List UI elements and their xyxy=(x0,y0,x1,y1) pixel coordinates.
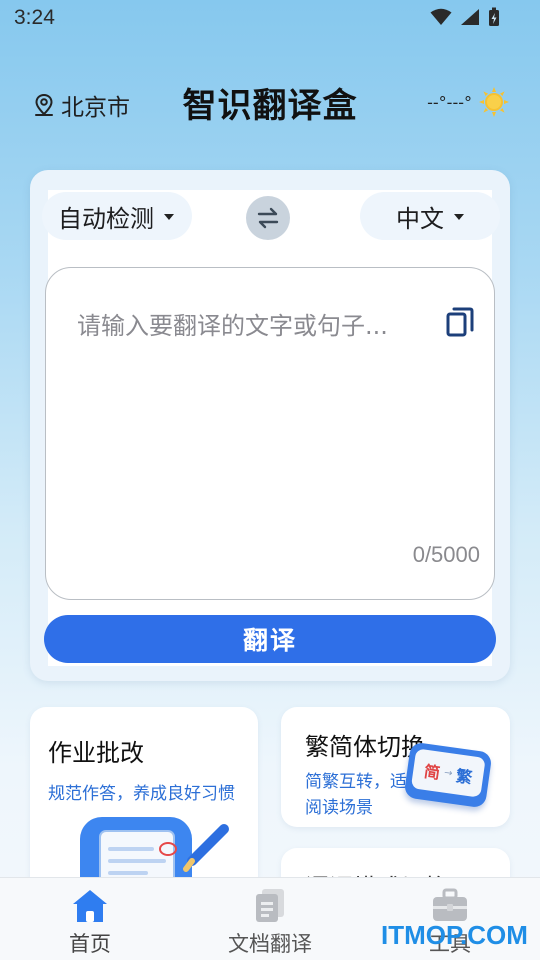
nav-home[interactable]: 首页 xyxy=(20,888,160,958)
header: 北京市 智识翻译盒 --°---° xyxy=(0,70,540,130)
temperature-text: --°---° xyxy=(427,92,472,112)
paste-icon[interactable] xyxy=(446,306,474,338)
caret-down-icon xyxy=(164,214,174,220)
translate-button[interactable]: 翻译 xyxy=(44,615,496,663)
sun-icon xyxy=(479,87,509,117)
home-icon xyxy=(73,890,107,922)
arrow-icon: → xyxy=(443,766,454,780)
source-language-select[interactable]: 自动检测 xyxy=(42,192,192,240)
translation-input[interactable]: 请输入要翻译的文字或句子... 0/5000 xyxy=(45,267,495,600)
battery-icon xyxy=(489,7,499,26)
script-convert-card[interactable]: 繁简体切换 简繁互转，适配阅读场景 简 → 繁 xyxy=(281,707,510,827)
nav-document-translate[interactable]: 文档翻译 xyxy=(200,888,340,958)
signal-icon xyxy=(461,9,479,25)
watermark: ITMOP.COM xyxy=(381,920,528,950)
homework-description: 规范作答，养成良好习惯 xyxy=(48,784,235,804)
swap-icon xyxy=(257,207,279,229)
input-placeholder: 请输入要翻译的文字或句子... xyxy=(77,312,388,340)
traditional-badge: 繁 xyxy=(454,766,474,788)
target-language-select[interactable]: 中文 xyxy=(360,192,500,240)
character-count: 0/5000 xyxy=(412,542,480,567)
document-icon xyxy=(256,889,284,922)
status-time: 3:24 xyxy=(14,6,55,29)
weather-widget: --°---° xyxy=(427,86,510,118)
simplified-badge: 简 xyxy=(422,761,442,783)
homework-title: 作业批改 xyxy=(48,739,144,767)
convert-badge: 简 → 繁 xyxy=(403,741,493,809)
nav-home-label: 首页 xyxy=(69,932,111,956)
swap-languages-button[interactable] xyxy=(246,196,290,240)
wifi-icon xyxy=(430,8,452,25)
convert-title: 繁简体切换 xyxy=(305,733,425,761)
target-language-label: 中文 xyxy=(396,204,444,233)
toolbox-icon xyxy=(433,888,467,921)
status-bar: 3:24 xyxy=(0,0,540,36)
caret-down-icon xyxy=(454,214,464,220)
translator-card: 自动检测 中文 请输入要翻译的文字或句子... 0/5000 翻译 xyxy=(30,170,510,681)
nav-document-label: 文档翻译 xyxy=(228,932,312,956)
source-language-label: 自动检测 xyxy=(58,204,154,233)
status-icons xyxy=(430,7,500,27)
